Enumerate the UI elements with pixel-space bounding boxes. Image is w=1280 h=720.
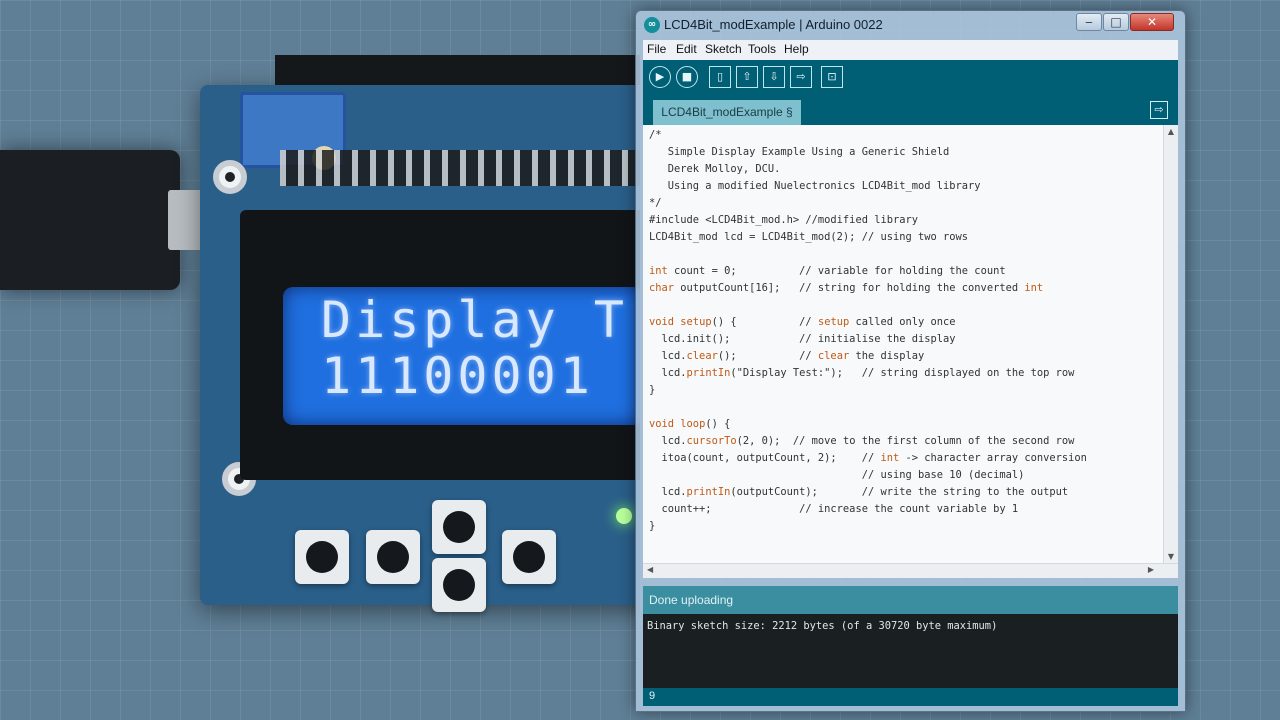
- lcd-line-2: 11100001: [321, 347, 594, 405]
- shield-button: [295, 530, 349, 584]
- minimize-button[interactable]: ‒: [1076, 13, 1102, 31]
- code-line: count++; // increase the count variable …: [649, 503, 1019, 515]
- toolbar: ▶ ■ ▯ ⇧ ⇩ ⇨ ⊡: [643, 60, 1178, 96]
- status-bar: Done uploading: [643, 586, 1178, 614]
- scroll-left-icon[interactable]: ◀: [647, 565, 653, 574]
- console-message: Binary sketch size: 2212 bytes (of a 307…: [647, 620, 998, 632]
- maximize-button[interactable]: □: [1103, 13, 1129, 31]
- lcd-line-1: Display T: [321, 291, 628, 349]
- serial-monitor-button[interactable]: ⊡: [821, 66, 843, 88]
- code-line: Using a modified Nuelectronics LCD4Bit_m…: [649, 180, 981, 192]
- arduino-hardware-photo: Display T 11100001: [0, 0, 640, 720]
- code-line: itoa(count, outputCount, 2); // int -> c…: [649, 452, 1087, 464]
- code-line: */: [649, 197, 662, 209]
- shield-button: [502, 530, 556, 584]
- code-line: lcd.printIn("Display Test:"); // string …: [649, 367, 1075, 379]
- scroll-right-icon[interactable]: ▶: [1148, 565, 1154, 574]
- code-line: int count = 0; // variable for holding t…: [649, 265, 1006, 277]
- usb-cable: [0, 150, 180, 290]
- code-line: lcd.printIn(outputCount); // write the s…: [649, 486, 1069, 498]
- menu-sketch[interactable]: Sketch: [705, 42, 742, 56]
- code-editor[interactable]: /* Simple Display Example Using a Generi…: [643, 125, 1178, 563]
- code-line: Derek Molloy, DCU.: [649, 163, 781, 175]
- code-line: char outputCount[16]; // string for hold…: [649, 282, 1044, 294]
- menu-help[interactable]: Help: [784, 42, 809, 56]
- save-button[interactable]: ⇩: [763, 66, 785, 88]
- shield-button: [432, 500, 486, 554]
- window-title: LCD4Bit_modExample | Arduino 0022: [664, 17, 883, 32]
- new-sketch-button[interactable]: ▯: [709, 66, 731, 88]
- code-line: #include <LCD4Bit_mod.h> //modified libr…: [649, 214, 918, 226]
- menu-tools[interactable]: Tools: [748, 42, 776, 56]
- lcd-display: Display T 11100001: [283, 287, 640, 425]
- code-line: lcd.clear(); // clear the display: [649, 350, 925, 362]
- code-line: void loop() {: [649, 418, 731, 430]
- vertical-scrollbar[interactable]: ▲ ▼: [1163, 125, 1178, 563]
- verify-button[interactable]: ▶: [649, 66, 671, 88]
- source-code: /* Simple Display Example Using a Generi…: [649, 127, 1087, 535]
- line-number: 9: [649, 690, 656, 702]
- menu-file[interactable]: File: [647, 42, 666, 56]
- shield-button: [432, 558, 486, 612]
- header-strip: [275, 55, 640, 85]
- stop-button[interactable]: ■: [676, 66, 698, 88]
- code-line: }: [649, 384, 656, 396]
- scroll-down-icon[interactable]: ▼: [1166, 552, 1176, 561]
- shield-button: [366, 530, 420, 584]
- title-bar[interactable]: ∞ LCD4Bit_modExample | Arduino 0022 ‒ □ …: [636, 11, 1185, 39]
- code-line: }: [649, 520, 656, 532]
- power-led: [616, 508, 632, 524]
- mounting-hole: [213, 160, 247, 194]
- arduino-app-icon: ∞: [644, 17, 660, 33]
- open-button[interactable]: ⇧: [736, 66, 758, 88]
- code-line: LCD4Bit_mod lcd = LCD4Bit_mod(2); // usi…: [649, 231, 969, 243]
- header-pins: [280, 150, 640, 186]
- tab-menu-arrow-icon[interactable]: ⇨: [1150, 101, 1168, 119]
- code-line: lcd.init(); // initialise the display: [649, 333, 956, 345]
- scroll-up-icon[interactable]: ▲: [1166, 127, 1176, 136]
- code-line: lcd.cursorTo(2, 0); // move to the first…: [649, 435, 1075, 447]
- code-line: // using base 10 (decimal): [649, 469, 1025, 481]
- close-button[interactable]: ✕: [1130, 13, 1174, 31]
- upload-button[interactable]: ⇨: [790, 66, 812, 88]
- menu-bar: File Edit Sketch Tools Help: [643, 40, 1178, 60]
- console-output[interactable]: Binary sketch size: 2212 bytes (of a 307…: [643, 614, 1178, 688]
- tab-lcd4bit-modexample[interactable]: LCD4Bit_modExample §: [653, 100, 801, 125]
- code-line: void setup() { // setup called only once: [649, 316, 956, 328]
- line-number-bar: 9: [643, 688, 1178, 706]
- tab-strip: LCD4Bit_modExample § ⇨: [643, 96, 1178, 125]
- code-line: Simple Display Example Using a Generic S…: [649, 146, 950, 158]
- code-line: /*: [649, 129, 662, 141]
- horizontal-scrollbar[interactable]: ◀ ▶: [643, 563, 1178, 578]
- arduino-ide-window: ∞ LCD4Bit_modExample | Arduino 0022 ‒ □ …: [635, 10, 1186, 712]
- status-message: Done uploading: [649, 593, 734, 607]
- menu-edit[interactable]: Edit: [676, 42, 697, 56]
